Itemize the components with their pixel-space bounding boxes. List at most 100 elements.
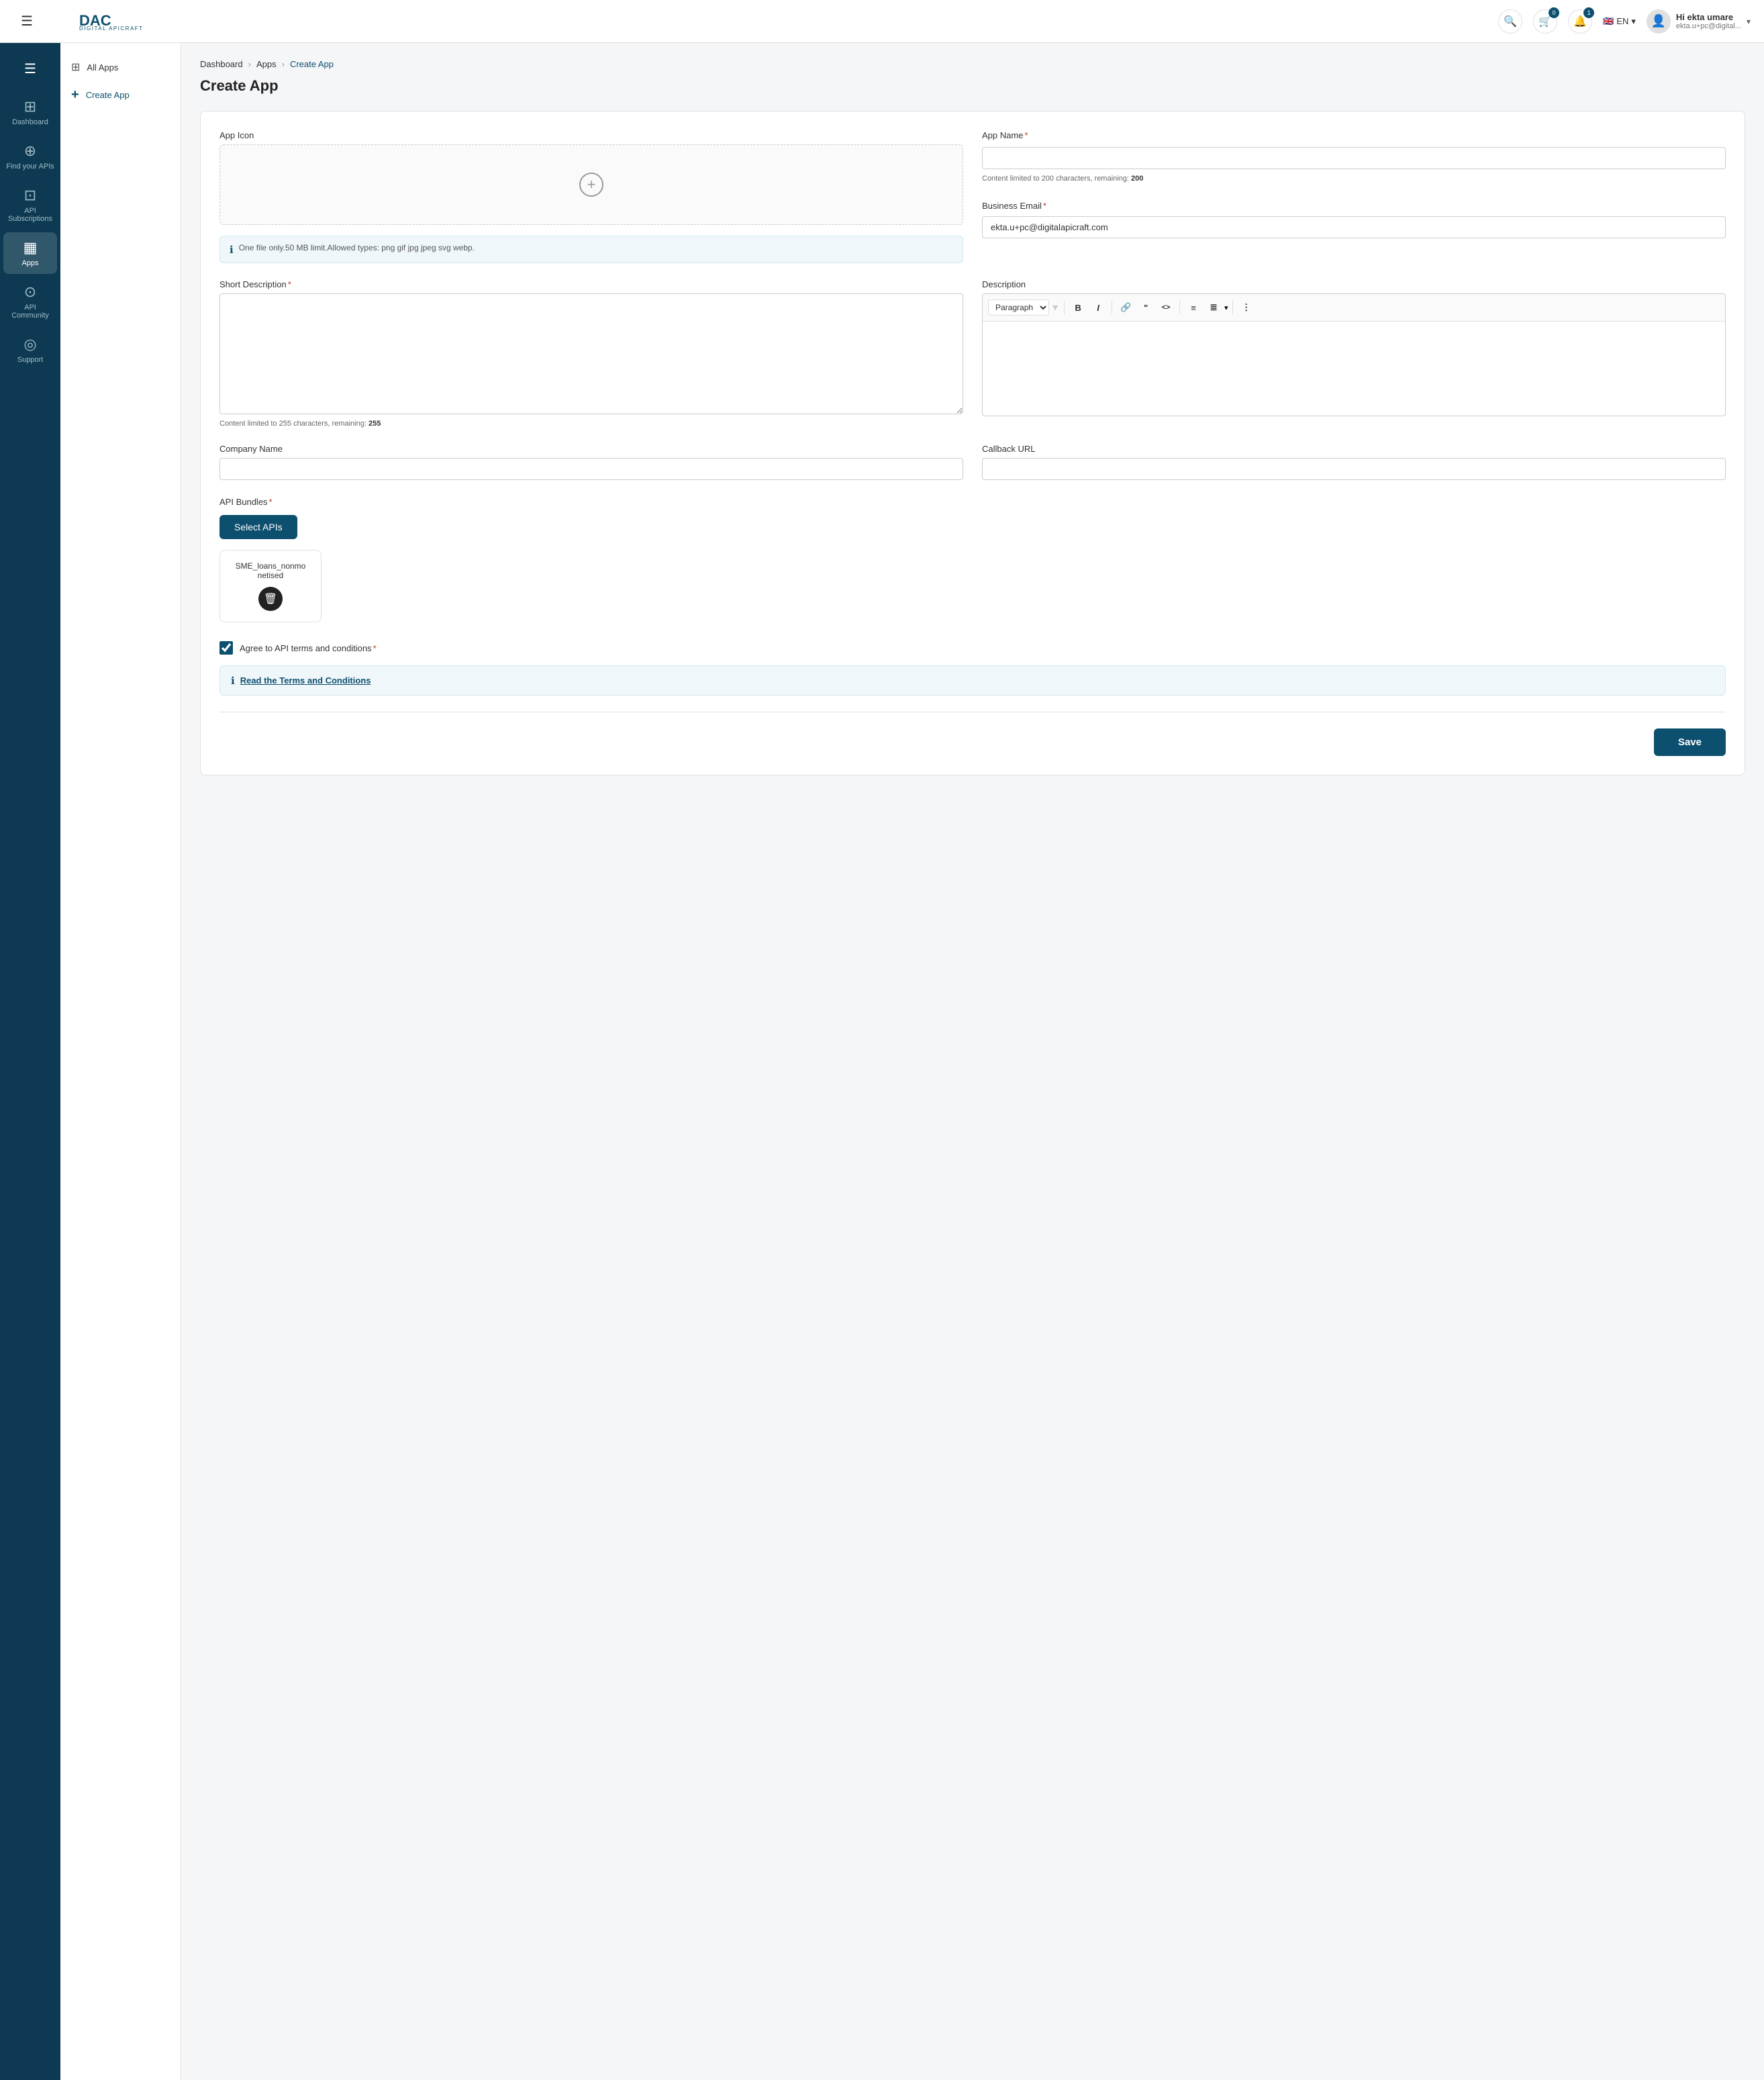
support-icon: ◎ <box>23 336 36 353</box>
description-label: Description <box>982 279 1726 289</box>
api-bundles-required: * <box>269 497 273 507</box>
app-name-input[interactable] <box>982 147 1726 169</box>
list-ul-btn[interactable]: ≡ <box>1184 298 1203 317</box>
lang-chevron-icon: ▾ <box>1631 16 1636 27</box>
app-name-label: App Name* <box>982 130 1726 140</box>
terms-required: * <box>373 643 377 653</box>
api-bundle-card: SME_loans_nonmo netised 🗑 <box>219 550 322 622</box>
app-name-group: App Name* Content limited to 200 charact… <box>982 130 1726 263</box>
toolbar-sep-4 <box>1232 301 1233 314</box>
api-subscriptions-icon: ⊡ <box>24 187 36 204</box>
find-apis-icon: ⊕ <box>24 142 36 160</box>
layout: ☰ ⊞ Dashboard ⊕ Find your APIs ⊡ API Sub… <box>0 43 1764 2080</box>
terms-link[interactable]: Read the Terms and Conditions <box>240 675 371 686</box>
notification-badge: 1 <box>1583 7 1594 18</box>
terms-label: Agree to API terms and conditions* <box>240 643 377 653</box>
short-desc-char-limit: Content limited to 255 characters, remai… <box>219 420 963 428</box>
sub-sidebar-label-all-apps: All Apps <box>87 62 118 73</box>
company-name-input[interactable] <box>219 458 963 480</box>
sidebar-label-dashboard: Dashboard <box>12 118 48 126</box>
header: ☰ DAC DIGITAL APICRAFT 🔍 🛒 0 🔔 1 🇬🇧 EN ▾… <box>0 0 1764 43</box>
sidebar-hamburger[interactable]: ☰ <box>15 54 45 83</box>
form-card: App Icon + ℹ One file only.50 MB limit.A… <box>200 111 1745 775</box>
quote-btn[interactable]: " <box>1136 298 1155 317</box>
user-chevron-icon: ▾ <box>1747 17 1751 26</box>
select-apis-button[interactable]: Select APIs <box>219 515 297 539</box>
link-btn[interactable]: 🔗 <box>1116 298 1135 317</box>
company-name-group: Company Name <box>219 444 963 480</box>
notification-btn[interactable]: 🔔 1 <box>1568 9 1592 34</box>
search-btn[interactable]: 🔍 <box>1498 9 1522 34</box>
callback-url-group: Callback URL <box>982 444 1726 480</box>
company-name-label: Company Name <box>219 444 963 454</box>
short-desc-label: Short Description* <box>219 279 963 289</box>
save-button[interactable]: Save <box>1654 728 1726 756</box>
terms-checkbox[interactable] <box>219 641 233 655</box>
sidebar: ☰ ⊞ Dashboard ⊕ Find your APIs ⊡ API Sub… <box>0 43 60 2080</box>
sidebar-label-apps: Apps <box>21 259 38 267</box>
all-apps-icon: ⊞ <box>71 60 80 74</box>
description-editor: Paragraph ▾ B I 🔗 " <> ≡ ≣ <box>982 293 1726 416</box>
lang-label: EN <box>1616 16 1628 26</box>
sub-sidebar-all-apps[interactable]: ⊞ All Apps <box>60 54 181 81</box>
sub-sidebar-label-create-app: Create App <box>86 90 130 100</box>
description-content[interactable] <box>983 322 1725 416</box>
italic-btn[interactable]: I <box>1089 298 1108 317</box>
bold-btn[interactable]: B <box>1069 298 1087 317</box>
sidebar-item-apps[interactable]: ▦ Apps <box>3 232 57 274</box>
cart-btn[interactable]: 🛒 0 <box>1533 9 1557 34</box>
delete-bundle-btn[interactable]: 🗑 <box>258 587 283 611</box>
sidebar-item-support[interactable]: ◎ Support <box>3 329 57 371</box>
api-bundles-label: API Bundles* <box>219 497 273 507</box>
list-ol-btn[interactable]: ≣ <box>1204 298 1223 317</box>
hamburger-btn[interactable]: ☰ <box>13 8 40 35</box>
create-app-icon: + <box>71 87 79 103</box>
api-bundle-name: SME_loans_nonmo netised <box>234 561 307 580</box>
code-btn[interactable]: <> <box>1157 298 1175 317</box>
sidebar-label-api-subscriptions: API Subscriptions <box>6 207 54 223</box>
user-email: ekta.u+pc@digital... <box>1676 22 1741 30</box>
upload-plus-icon: + <box>579 173 603 197</box>
form-row-3: Company Name Callback URL <box>219 444 1726 480</box>
sidebar-label-support: Support <box>17 356 44 364</box>
header-right: 🔍 🛒 0 🔔 1 🇬🇧 EN ▾ 👤 Hi ekta umare ekta.u… <box>1498 9 1751 34</box>
cart-badge: 0 <box>1549 7 1559 18</box>
rich-toolbar: Paragraph ▾ B I 🔗 " <> ≡ ≣ <box>983 294 1725 322</box>
breadcrumb-dashboard[interactable]: Dashboard <box>200 59 243 69</box>
short-desc-textarea[interactable] <box>219 293 963 414</box>
flag-icon: 🇬🇧 <box>1603 16 1614 27</box>
description-group: Description Paragraph ▾ B I 🔗 <box>982 279 1726 428</box>
app-icon-group: App Icon + ℹ One file only.50 MB limit.A… <box>219 130 963 263</box>
icon-upload-area[interactable]: + <box>219 144 963 225</box>
user-details: Hi ekta umare ekta.u+pc@digital... <box>1676 12 1741 30</box>
user-greeting: Hi ekta umare <box>1676 12 1741 22</box>
breadcrumb-sep-1: › <box>248 59 251 69</box>
terms-info-icon: ℹ <box>231 675 235 687</box>
list-chevron[interactable]: ▾ <box>1224 303 1228 312</box>
form-row-2: Short Description* Content limited to 25… <box>219 279 1726 428</box>
sidebar-item-dashboard[interactable]: ⊞ Dashboard <box>3 91 57 133</box>
more-options-btn[interactable]: ⋮ <box>1237 298 1256 317</box>
sidebar-item-api-subscriptions[interactable]: ⊡ API Subscriptions <box>3 180 57 230</box>
app-icon-label: App Icon <box>219 130 963 140</box>
logo-subtitle: DIGITAL APICRAFT <box>79 26 144 32</box>
breadcrumb-apps[interactable]: Apps <box>256 59 277 69</box>
breadcrumb-current: Create App <box>290 59 334 69</box>
language-selector[interactable]: 🇬🇧 EN ▾ <box>1603 16 1636 27</box>
sidebar-label-api-community: API Community <box>6 303 54 320</box>
paragraph-select[interactable]: Paragraph <box>988 299 1049 316</box>
callback-url-input[interactable] <box>982 458 1726 480</box>
api-community-icon: ⊙ <box>24 283 36 301</box>
apps-icon: ▦ <box>23 239 38 256</box>
toolbar-sep-3 <box>1179 301 1180 314</box>
dashboard-icon: ⊞ <box>24 98 36 115</box>
api-bundles-section: API Bundles* Select APIs SME_loans_nonmo… <box>219 496 1726 622</box>
sub-sidebar-create-app[interactable]: + Create App <box>60 81 181 109</box>
short-desc-required: * <box>288 279 291 289</box>
business-email-label: Business Email* <box>982 201 1046 211</box>
sidebar-item-api-community[interactable]: ⊙ API Community <box>3 277 57 326</box>
sidebar-item-find-apis[interactable]: ⊕ Find your APIs <box>3 136 57 177</box>
avatar: 👤 <box>1647 9 1671 34</box>
user-menu[interactable]: 👤 Hi ekta umare ekta.u+pc@digital... ▾ <box>1647 9 1751 34</box>
business-email-input[interactable] <box>982 216 1726 238</box>
